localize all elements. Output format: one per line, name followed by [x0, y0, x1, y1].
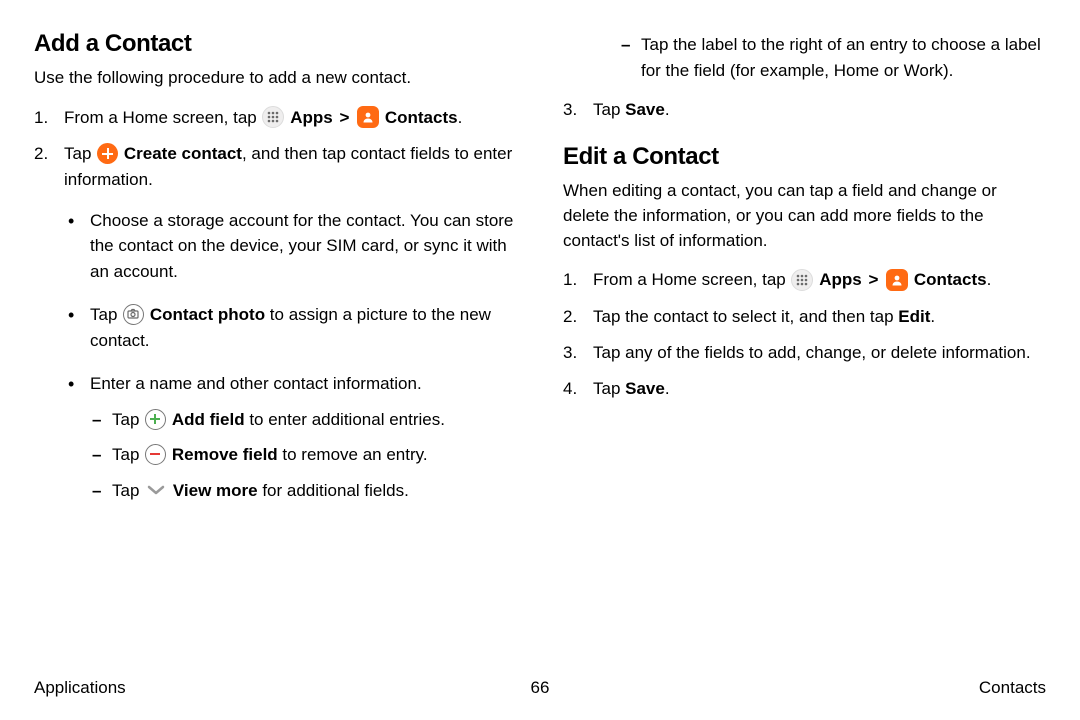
- footer-left: Applications: [34, 678, 126, 698]
- step-1: From a Home screen, tap Apps > Contacts.: [34, 105, 517, 131]
- apps-icon: [262, 106, 284, 128]
- chevron-down-icon: [145, 481, 167, 499]
- save-label: Save: [625, 100, 665, 119]
- edit-s4-pre: Tap: [593, 379, 625, 398]
- manual-page: Add a Contact Use the following procedur…: [0, 0, 1080, 720]
- edit-step-1: From a Home screen, tap Apps > Contacts.: [563, 267, 1046, 293]
- apps-label: Apps: [290, 108, 333, 127]
- intro-add: Use the following procedure to add a new…: [34, 66, 517, 91]
- column-right: Tap the label to the right of an entry t…: [563, 30, 1046, 521]
- remove-field-icon: [145, 444, 166, 465]
- apps-label: Apps: [819, 270, 862, 289]
- step-2: Tap Create contact, and then tap contact…: [34, 141, 517, 503]
- edit-s4-end: .: [665, 379, 670, 398]
- contacts-label: Contacts: [914, 270, 987, 289]
- step-2-pre: Tap: [64, 144, 96, 163]
- breadcrumb-chevron: >: [339, 108, 349, 127]
- section-title-edit: Edit a Contact: [563, 143, 1046, 171]
- section-title-add: Add a Contact: [34, 30, 517, 58]
- bullet-name-text: Enter a name and other contact informati…: [90, 374, 422, 393]
- contacts-icon: [886, 269, 908, 291]
- save-label: Save: [625, 379, 665, 398]
- add-field-icon: [145, 409, 166, 430]
- continued-dash: Tap the label to the right of an entry t…: [563, 32, 1046, 83]
- dash-add-post: to enter additional entries.: [245, 410, 445, 429]
- edit-s1-end: .: [987, 270, 992, 289]
- steps-add: From a Home screen, tap Apps > Contacts.…: [34, 105, 517, 504]
- step-2-bullets: Choose a storage account for the contact…: [64, 208, 517, 504]
- edit-step-3: Tap any of the fields to add, change, or…: [563, 340, 1046, 366]
- column-left: Add a Contact Use the following procedur…: [34, 30, 517, 521]
- step-1-pre: From a Home screen, tap: [64, 108, 261, 127]
- step-3-save: Tap Save.: [563, 97, 1046, 123]
- remove-field-label: Remove field: [172, 445, 278, 464]
- dash-view-pre: Tap: [112, 481, 144, 500]
- edit-step-2: Tap the contact to select it, and then t…: [563, 304, 1046, 330]
- page-number: 66: [531, 678, 550, 698]
- apps-icon: [791, 269, 813, 291]
- create-contact-label: Create contact: [124, 144, 242, 163]
- breadcrumb-chevron: >: [868, 270, 878, 289]
- step-1-end: .: [458, 108, 463, 127]
- edit-s1-pre: From a Home screen, tap: [593, 270, 790, 289]
- bullet-photo-pre: Tap: [90, 305, 122, 324]
- contact-photo-label: Contact photo: [150, 305, 265, 324]
- dash-add-pre: Tap: [112, 410, 144, 429]
- edit-s2-pre: Tap the contact to select it, and then t…: [593, 307, 898, 326]
- step3-pre: Tap: [593, 100, 625, 119]
- dash-add-field: Tap Add field to enter additional entrie…: [90, 407, 517, 433]
- page-footer: Applications 66 Contacts: [34, 678, 1046, 698]
- dash-view-post: for additional fields.: [258, 481, 409, 500]
- add-field-label: Add field: [172, 410, 245, 429]
- two-column-layout: Add a Contact Use the following procedur…: [34, 30, 1046, 521]
- steps-add-continued: Tap Save.: [563, 97, 1046, 123]
- edit-step-4: Tap Save.: [563, 376, 1046, 402]
- create-contact-icon: [97, 143, 118, 164]
- dash-remove-pre: Tap: [112, 445, 144, 464]
- dash-label-choice: Tap the label to the right of an entry t…: [619, 32, 1046, 83]
- contacts-icon: [357, 106, 379, 128]
- bullet-name-info: Enter a name and other contact informati…: [64, 371, 517, 503]
- intro-edit: When editing a contact, you can tap a fi…: [563, 179, 1046, 253]
- dash-view-more: Tap View more for additional fields.: [90, 478, 517, 504]
- step3-end: .: [665, 100, 670, 119]
- camera-icon: [123, 304, 144, 325]
- edit-s2-end: .: [930, 307, 935, 326]
- bullet-storage: Choose a storage account for the contact…: [64, 208, 517, 285]
- view-more-label: View more: [173, 481, 258, 500]
- bullet-photo: Tap Contact photo to assign a picture to…: [64, 302, 517, 353]
- footer-right: Contacts: [979, 678, 1046, 698]
- edit-label: Edit: [898, 307, 930, 326]
- contacts-label: Contacts: [385, 108, 458, 127]
- sub-dashes: Tap Add field to enter additional entrie…: [90, 407, 517, 504]
- dash-remove-field: Tap Remove field to remove an entry.: [90, 442, 517, 468]
- dash-remove-post: to remove an entry.: [278, 445, 428, 464]
- steps-edit: From a Home screen, tap Apps > Contacts.…: [563, 267, 1046, 402]
